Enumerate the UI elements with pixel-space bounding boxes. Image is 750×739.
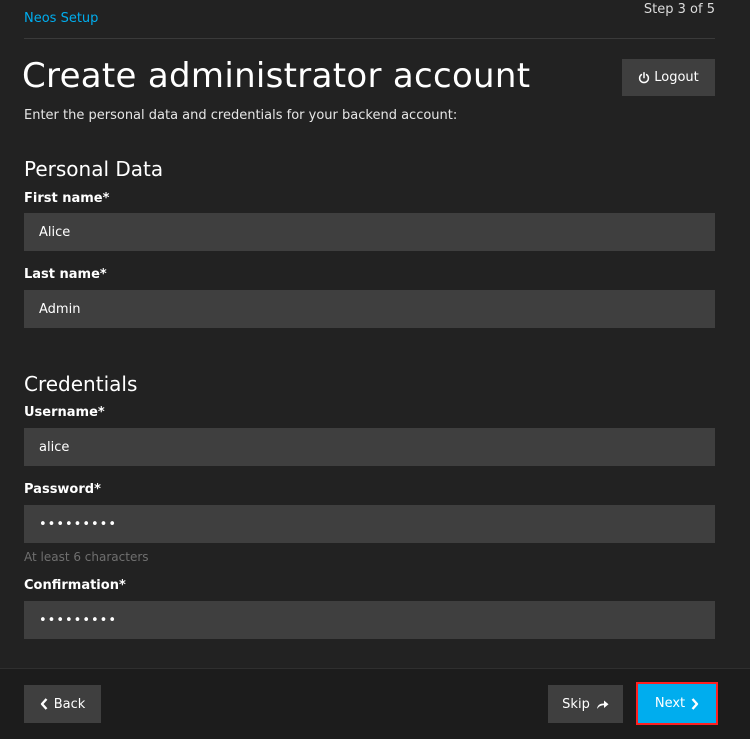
last-name-field[interactable]	[24, 290, 715, 328]
skip-button[interactable]: Skip	[548, 685, 623, 723]
first-name-field[interactable]	[24, 213, 715, 251]
confirmation-field[interactable]	[24, 601, 715, 639]
setup-page: Neos Setup Step 3 of 5 Create administra…	[0, 0, 750, 739]
chevron-left-icon	[40, 698, 48, 710]
last-name-label: Last name*	[24, 267, 107, 282]
logout-label: Logout	[654, 70, 699, 85]
skip-label: Skip	[562, 696, 590, 712]
next-button[interactable]: Next	[636, 682, 718, 725]
header-divider	[24, 38, 715, 39]
share-arrow-icon	[596, 699, 609, 710]
credentials-heading: Credentials	[24, 372, 138, 396]
username-label: Username*	[24, 405, 105, 420]
username-field[interactable]	[24, 428, 715, 466]
logout-button[interactable]: Logout	[622, 59, 715, 96]
power-icon	[638, 71, 650, 84]
page-title: Create administrator account	[22, 56, 531, 96]
back-button[interactable]: Back	[24, 685, 101, 723]
back-label: Back	[53, 696, 86, 712]
intro-text: Enter the personal data and credentials …	[24, 108, 458, 123]
first-name-label: First name*	[24, 191, 110, 206]
step-indicator: Step 3 of 5	[643, 2, 715, 17]
next-label: Next	[654, 696, 686, 711]
password-field[interactable]	[24, 505, 715, 543]
neos-setup-link[interactable]: Neos Setup	[24, 11, 98, 26]
personal-data-heading: Personal Data	[24, 157, 164, 181]
password-label: Password*	[24, 482, 101, 497]
chevron-right-icon	[691, 697, 699, 710]
confirmation-label: Confirmation*	[24, 578, 126, 593]
password-hint: At least 6 characters	[24, 550, 149, 564]
